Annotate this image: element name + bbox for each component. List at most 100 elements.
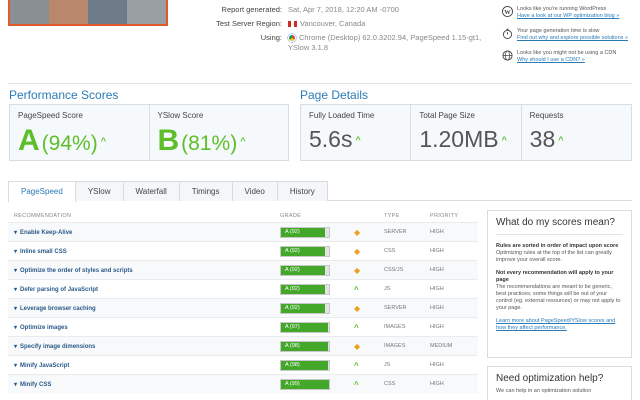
recommendation-priority: HIGH — [430, 305, 444, 311]
recommendation-name[interactable]: ▾ Minify JavaScript — [8, 362, 280, 369]
recommendation-name[interactable]: ▾ Inline small CSS — [8, 248, 280, 255]
header-recommendation: RECOMMENDATION — [14, 213, 72, 219]
grade-cell: A (92) ◆ — [280, 302, 384, 314]
grade-cell: A (99) ^ — [280, 378, 384, 390]
up-arrow-icon: ^ — [354, 379, 359, 389]
grade-bar: A (92) — [280, 302, 330, 314]
recommendation-name[interactable]: ▾ Enable Keep-Alive — [8, 229, 280, 236]
using-label: Using: — [260, 33, 282, 42]
up-arrow-icon: ^ — [240, 136, 246, 146]
tips-panel: W Looks like you're running WordPress Ha… — [502, 6, 636, 72]
globe-icon — [502, 50, 513, 61]
tip-cdn: Looks like you might not be using a CDN … — [502, 50, 636, 64]
up-arrow-icon: ^ — [355, 134, 361, 145]
grade-bar-fill: A (92) — [281, 246, 326, 256]
optimization-help-box: Need optimization help? We can help in a… — [487, 366, 632, 400]
page-screenshot-thumbnail — [8, 0, 168, 26]
up-arrow-icon: ^ — [354, 284, 359, 294]
diamond-warning-icon: ◆ — [354, 246, 361, 256]
table-row[interactable]: ▾ Inline small CSS A (92) ◆ CSS HIGH — [8, 241, 478, 260]
recommendation-name[interactable]: ▾ Defer parsing of JavaScript — [8, 286, 280, 293]
recommendation-type: JS — [384, 286, 391, 292]
expand-caret-icon[interactable]: ▾ — [14, 363, 17, 369]
table-row[interactable]: ▾ Defer parsing of JavaScript A (92) ^ JS HIG… — [8, 279, 478, 298]
grade-bar-fill: A (92) — [281, 284, 326, 294]
table-row[interactable]: ▾ Enable Keep-Alive A (92) ◆ SERVER HIGH — [8, 222, 478, 241]
tab-video[interactable]: Video — [231, 181, 278, 201]
expand-caret-icon[interactable]: ▾ — [14, 230, 17, 236]
tip-generation-link[interactable]: Find out why and explore possible soluti… — [517, 35, 628, 42]
report-generated-label: Report generated: — [221, 5, 282, 14]
recommendation-type: JS — [384, 362, 391, 368]
expand-caret-icon[interactable]: ▾ — [14, 268, 17, 274]
grade-cell: A (92) ◆ — [280, 245, 384, 257]
recommendation-priority: HIGH — [430, 267, 444, 273]
grade-cell: A (92) ^ — [280, 283, 384, 295]
grade-bar: A (92) — [280, 226, 330, 238]
recommendation-priority: HIGH — [430, 229, 444, 235]
requests-value: 38 — [529, 126, 556, 152]
tip-generation-time: Your page generation time is slow Find o… — [502, 28, 636, 42]
tab-history[interactable]: History — [276, 181, 328, 201]
expand-caret-icon[interactable]: ▾ — [14, 287, 17, 293]
page-details-title: Page Details — [300, 88, 369, 102]
recommendation-type: IMAGES — [384, 324, 406, 330]
report-tabs: PageSpeed YSlow Waterfall Timings Video … — [8, 181, 632, 202]
grade-cell: A (98) ◆ — [280, 340, 384, 352]
table-row[interactable]: ▾ Leverage browser caching A (92) ◆ SERVER HI… — [8, 298, 478, 317]
table-body: ▾ Enable Keep-Alive A (92) ◆ SERVER HIGH ▾ Inli… — [8, 222, 478, 393]
expand-caret-icon[interactable]: ▾ — [14, 306, 17, 312]
table-row[interactable]: ▾ Optimize the order of styles and script… — [8, 260, 478, 279]
tip-wordpress-link[interactable]: Have a look at our WP optimization blog … — [517, 13, 619, 20]
performance-scores-panel: PageSpeed Score A (94%) ^ YSlow Score B … — [9, 104, 289, 161]
grade-cell: A (97) ^ — [280, 321, 384, 333]
report-generated-value: Sat, Apr 7, 2018, 12:20 AM -0700 — [288, 5, 399, 14]
diamond-warning-icon: ◆ — [354, 341, 361, 351]
diamond-warning-icon: ◆ — [354, 265, 361, 275]
pagespeed-percent: (94%) — [41, 132, 98, 155]
recommendation-name[interactable]: ▾ Minify CSS — [8, 381, 280, 388]
diamond-warning-icon: ◆ — [354, 227, 361, 237]
report-meta: Report generated: Sat, Apr 7, 2018, 12:2… — [178, 5, 498, 57]
diamond-warning-icon: ◆ — [354, 303, 361, 313]
svg-text:W: W — [504, 9, 511, 16]
grade-bar-fill: A (92) — [281, 265, 326, 275]
up-arrow-icon: ^ — [558, 134, 564, 145]
chrome-icon — [288, 34, 296, 43]
scores-info-heading-2: Not every recommendation will apply to y… — [496, 270, 614, 283]
recommendation-priority: HIGH — [430, 286, 444, 292]
table-row[interactable]: ▾ Optimize images A (97) ^ IMAGES HIGH — [8, 317, 478, 336]
tab-timings[interactable]: Timings — [178, 181, 233, 201]
expand-caret-icon[interactable]: ▾ — [14, 382, 17, 388]
table-row[interactable]: ▾ Specify image dimensions A (98) ◆ IMAGES ME… — [8, 336, 478, 355]
recommendation-name[interactable]: ▾ Optimize the order of styles and script… — [8, 267, 280, 274]
tab-pagespeed[interactable]: PageSpeed — [8, 181, 76, 202]
stopwatch-icon — [502, 28, 513, 39]
expand-caret-icon[interactable]: ▾ — [14, 249, 17, 255]
recommendation-name[interactable]: ▾ Specify image dimensions — [8, 343, 280, 350]
grade-cell: A (92) ◆ — [280, 264, 384, 276]
recommendation-priority: HIGH — [430, 248, 444, 254]
grade-cell: A (98) ^ — [280, 359, 384, 371]
page-size-label: Total Page Size — [419, 111, 475, 120]
up-arrow-icon: ^ — [354, 360, 359, 370]
fully-loaded-label: Fully Loaded Time — [309, 111, 375, 120]
grade-bar: A (99) — [280, 378, 330, 390]
tip-cdn-link[interactable]: Why should I use a CDN? » — [517, 57, 616, 64]
tab-waterfall[interactable]: Waterfall — [122, 181, 180, 201]
recommendation-name[interactable]: ▾ Leverage browser caching — [8, 305, 280, 312]
tab-yslow[interactable]: YSlow — [74, 181, 124, 201]
grade-bar: A (98) — [280, 340, 330, 352]
table-row[interactable]: ▾ Minify JavaScript A (98) ^ JS HIGH — [8, 355, 478, 374]
recommendation-name[interactable]: ▾ Optimize images — [8, 324, 280, 331]
recommendation-priority: HIGH — [430, 324, 444, 330]
tip-wordpress: W Looks like you're running WordPress Ha… — [502, 6, 636, 20]
table-row[interactable]: ▾ Minify CSS A (99) ^ CSS HIGH — [8, 374, 478, 393]
expand-caret-icon[interactable]: ▾ — [14, 344, 17, 350]
grade-cell: A (92) ◆ — [280, 226, 384, 238]
recommendation-priority: HIGH — [430, 362, 444, 368]
scores-learn-more-link[interactable]: Learn more about PageSpeed/YSlow scores … — [496, 318, 615, 331]
fully-loaded-value: 5.6s — [309, 126, 353, 152]
test-region-label: Test Server Region: — [216, 19, 282, 28]
expand-caret-icon[interactable]: ▾ — [14, 325, 17, 331]
